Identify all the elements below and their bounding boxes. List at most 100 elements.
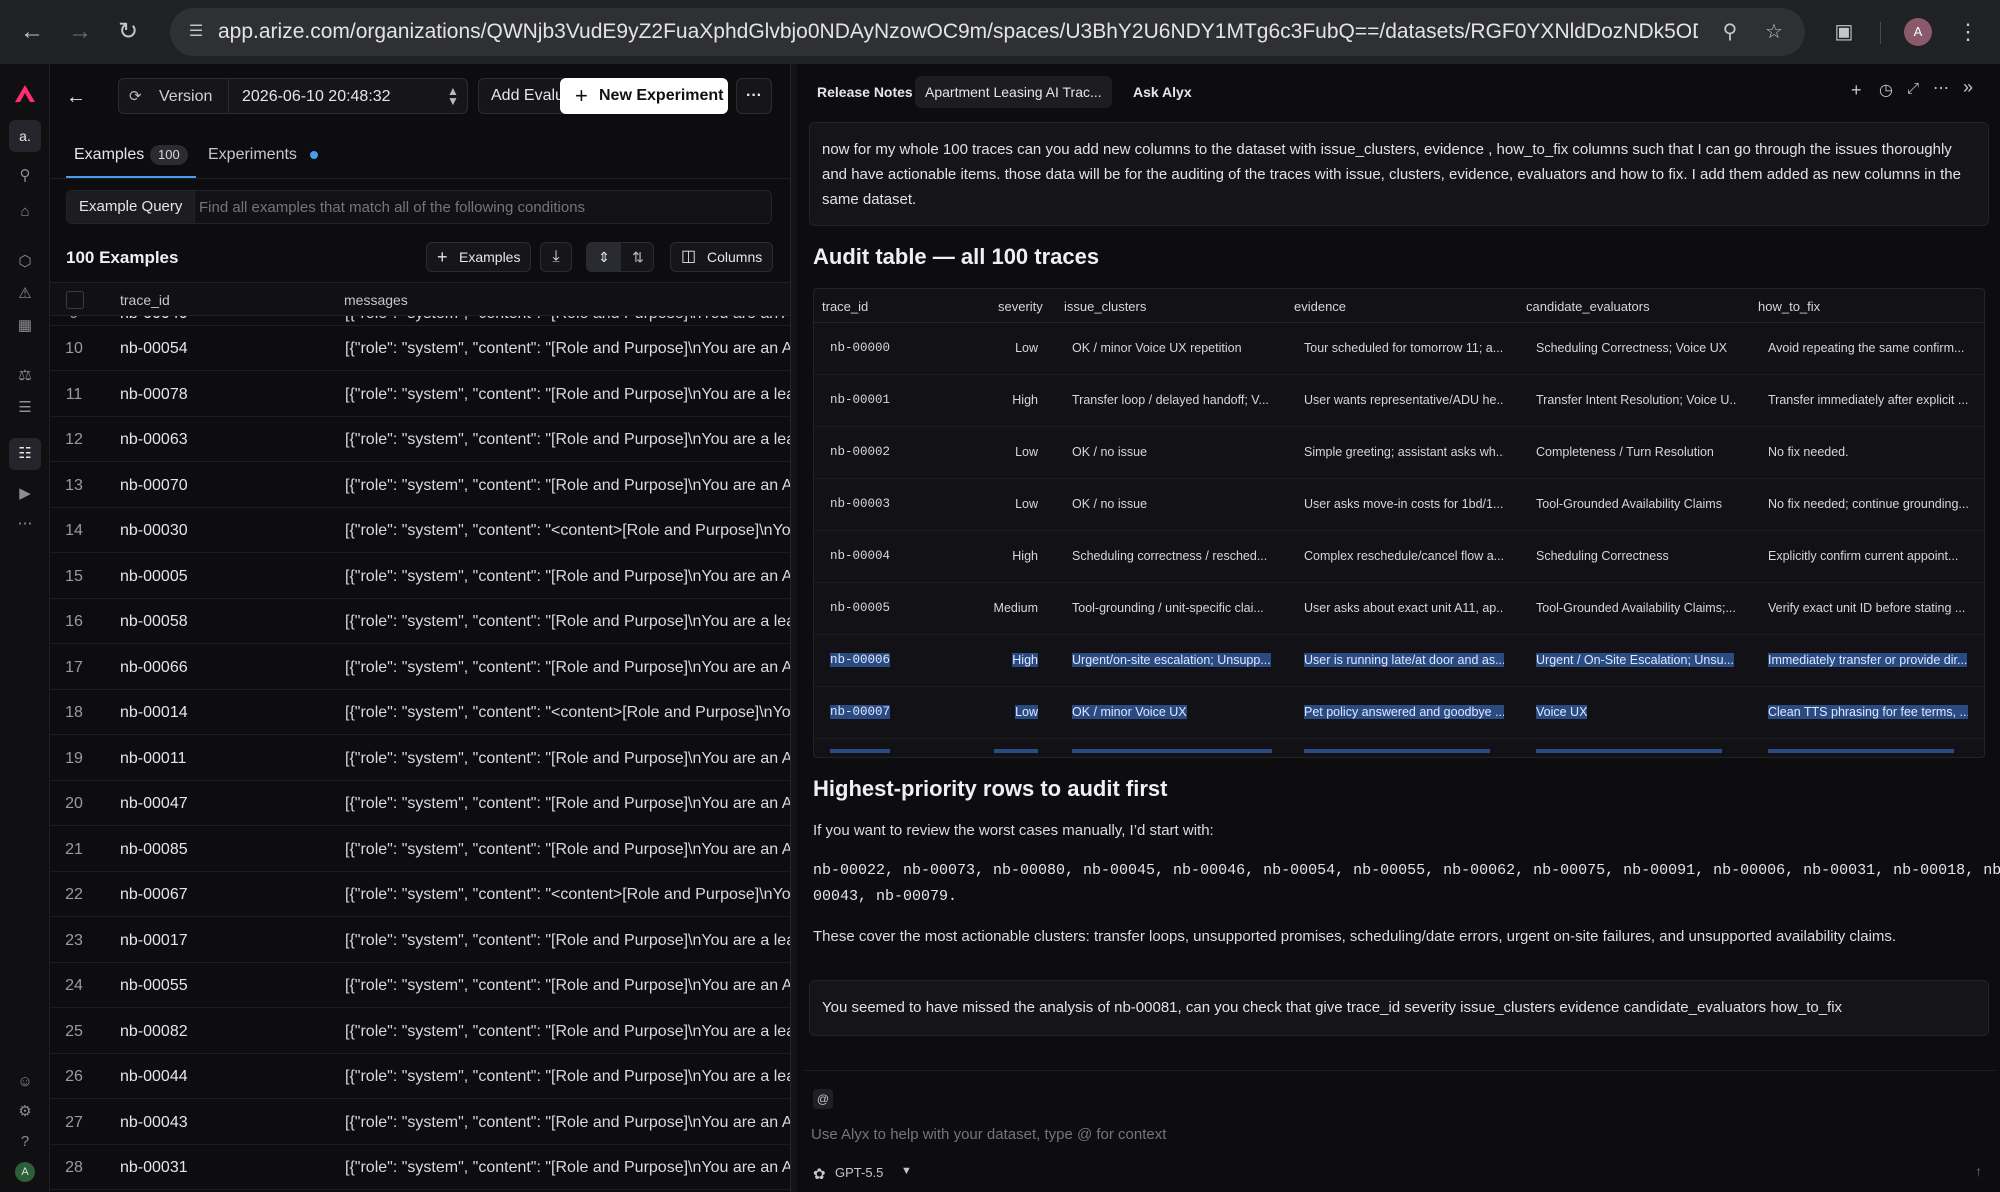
- expand-rows-icon[interactable]: ⇅: [621, 243, 655, 271]
- tab-examples[interactable]: Examples 100: [66, 140, 196, 178]
- table-row[interactable]: 9 nb-00040 [{"role": "system", "content"…: [50, 316, 790, 326]
- reload-icon[interactable]: ↻: [110, 14, 146, 50]
- forward-icon[interactable]: →: [62, 14, 98, 50]
- selection-highlight: [1072, 749, 1272, 753]
- row-number: 18: [65, 704, 83, 721]
- extensions-icon[interactable]: ▣: [1826, 14, 1862, 50]
- panel-resize-handle[interactable]: [790, 64, 797, 1192]
- col-trace-id[interactable]: trace_id: [120, 292, 170, 308]
- audit-cell-how-to-fix: No fix needed.: [1768, 445, 1849, 459]
- select-all-checkbox[interactable]: [66, 291, 84, 309]
- more-nav-icon[interactable]: ⋯: [13, 512, 37, 536]
- table-row[interactable]: 10 nb-00054 [{"role": "system", "content":…: [50, 326, 790, 371]
- audit-table: trace_id severity issue_clusters evidenc…: [813, 288, 1985, 758]
- browser-menu-icon[interactable]: ⋮: [1950, 14, 1986, 50]
- row-number: 15: [65, 567, 83, 585]
- table-row[interactable]: 25 nb-00082 [{"role": "system", "content":…: [50, 1009, 790, 1054]
- send-arrow-icon[interactable]: ↑: [1975, 1163, 1982, 1179]
- audit-cell-candidate-evaluators: Tool-Grounded Availability Claims: [1536, 497, 1722, 511]
- collapse-panel-icon[interactable]: »: [1963, 77, 1973, 98]
- audit-cell-how-to-fix: Immediately transfer or provide dir...: [1768, 653, 1968, 667]
- profile-avatar[interactable]: A: [1904, 18, 1932, 46]
- search-icon[interactable]: ⚲: [13, 164, 37, 188]
- col-messages[interactable]: messages: [344, 292, 408, 308]
- back-arrow-icon[interactable]: ←: [66, 86, 86, 109]
- example-query-bar[interactable]: Example Query: [66, 190, 772, 224]
- tab-experiments[interactable]: Experiments: [208, 146, 297, 164]
- table-row[interactable]: 15 nb-00005 [{"role": "system", "content":…: [50, 554, 790, 599]
- new-chat-plus-icon[interactable]: +: [1851, 80, 1862, 101]
- audit-cell-how-to-fix: No fix needed; continue grounding...: [1768, 497, 1968, 511]
- model-chevron-down-icon[interactable]: ▼: [901, 1165, 912, 1177]
- table-row[interactable]: 13 nb-00070 [{"role": "system", "content":…: [50, 463, 790, 508]
- columns-button[interactable]: ◫ Columns: [670, 242, 774, 272]
- tab-apartment-leasing[interactable]: Apartment Leasing AI Trac...: [915, 76, 1112, 108]
- models-icon[interactable]: ⬡: [13, 250, 37, 274]
- back-icon[interactable]: ←: [14, 14, 50, 50]
- table-row[interactable]: 17 nb-00066 [{"role": "system", "content":…: [50, 645, 790, 690]
- new-experiment-button[interactable]: + New Experiment: [560, 78, 728, 114]
- table-row[interactable]: 11 nb-00078 [{"role": "system", "content":…: [50, 372, 790, 417]
- chat-input[interactable]: [811, 1121, 1911, 1147]
- table-row[interactable]: 12 nb-00063 [{"role": "system", "content":…: [50, 417, 790, 462]
- compact-rows-icon[interactable]: ⇕: [587, 243, 621, 271]
- row-number: 10: [65, 340, 83, 357]
- invite-user-icon[interactable]: ☺: [13, 1070, 37, 1094]
- zoom-icon[interactable]: ⚲: [1718, 20, 1742, 44]
- table-row[interactable]: 22 nb-00067 [{"role": "system", "content":…: [50, 872, 790, 917]
- user-avatar[interactable]: A: [15, 1162, 35, 1182]
- plus-icon: +: [437, 247, 448, 267]
- help-icon[interactable]: ?: [13, 1130, 37, 1154]
- example-query-input[interactable]: [199, 193, 759, 221]
- evaluators-icon[interactable]: ⚖: [13, 364, 37, 388]
- more-actions-button[interactable]: ···: [736, 78, 772, 114]
- settings-icon[interactable]: ⚙: [13, 1100, 37, 1124]
- table-row[interactable]: 14 nb-00030 [{"role": "system", "content":…: [50, 508, 790, 553]
- table-row[interactable]: 28 nb-00031 [{"role": "system", "content":…: [50, 1145, 790, 1190]
- user-message-1: now for my whole 100 traces can you add …: [809, 122, 1989, 226]
- version-divider: [228, 79, 229, 113]
- home-icon[interactable]: ⌂: [13, 200, 37, 224]
- table-row[interactable]: 18 nb-00014 [{"role": "system", "content":…: [50, 690, 790, 735]
- url-text[interactable]: app.arize.com/organizations/QWNjb3VudE9y…: [218, 8, 1698, 56]
- tab-ask-alyx[interactable]: Ask Alyx: [1133, 84, 1192, 100]
- download-icon[interactable]: ⤓: [540, 242, 572, 272]
- row-messages: [{"role": "system", "content": "<content…: [345, 522, 790, 539]
- prompts-icon[interactable]: ☰: [13, 396, 37, 420]
- audit-cell-evidence: Pet policy answered and goodbye ...: [1304, 705, 1504, 719]
- audit-cell-severity: High: [1012, 549, 1038, 563]
- table-row[interactable]: 21 nb-00085 [{"role": "system", "content":…: [50, 827, 790, 872]
- tab-release-notes[interactable]: Release Notes: [817, 84, 913, 100]
- history-icon[interactable]: ◷: [1879, 80, 1893, 100]
- site-info-icon[interactable]: ☰: [184, 20, 208, 44]
- table-row[interactable]: 23 nb-00017 [{"role": "system", "content":…: [50, 918, 790, 963]
- table-row[interactable]: 19 nb-00011 [{"role": "system", "content":…: [50, 736, 790, 781]
- panel-more-icon[interactable]: ⋯: [1933, 78, 1949, 98]
- dashboards-icon[interactable]: ▦: [13, 314, 37, 338]
- audit-cell-severity: Low: [1015, 341, 1038, 355]
- datasets-nav-active[interactable]: ☷: [9, 438, 41, 470]
- arize-logo-icon[interactable]: [13, 82, 37, 104]
- table-row[interactable]: 24 nb-00055 [{"role": "system", "content":…: [50, 963, 790, 1008]
- priority-trace-ids-line-1: nb-00022, nb-00073, nb-00080, nb-00045, …: [813, 862, 2000, 879]
- alerts-icon[interactable]: ⚠: [13, 282, 37, 306]
- audit-cell-issue-clusters: OK / no issue: [1072, 497, 1148, 511]
- table-row[interactable]: 27 nb-00043 [{"role": "system", "content":…: [50, 1100, 790, 1145]
- workspace-switcher[interactable]: a.: [9, 120, 41, 152]
- row-messages: [{"role": "system", "content": "[Role an…: [345, 340, 790, 357]
- table-row[interactable]: 26 nb-00044 [{"role": "system", "content":…: [50, 1054, 790, 1099]
- table-row[interactable]: 16 nb-00058 [{"role": "system", "content":…: [50, 599, 790, 644]
- add-examples-button[interactable]: + Examples: [426, 242, 532, 272]
- audit-cell-evidence: User asks move-in costs for 1bd/1...: [1304, 497, 1504, 511]
- version-selector[interactable]: ⟳ Version 2026-06-10 20:48:32 ▲ ▼: [118, 78, 468, 114]
- mention-context-button[interactable]: @: [813, 1089, 833, 1109]
- audit-cell-evidence: User wants representative/ADU he...: [1304, 393, 1504, 407]
- minimize-icon[interactable]: ⤢: [1907, 80, 1919, 97]
- address-bar[interactable]: ☰ app.arize.com/organizations/QWNjb3VudE…: [170, 8, 1805, 56]
- model-selector[interactable]: GPT-5.5: [835, 1165, 883, 1180]
- row-number: 28: [65, 1159, 83, 1176]
- table-row[interactable]: 20 nb-00047 [{"role": "system", "content":…: [50, 781, 790, 826]
- playground-icon[interactable]: ▶: [13, 482, 37, 506]
- row-messages: [{"role": "system", "content": "[Role an…: [345, 316, 790, 324]
- bookmark-star-icon[interactable]: ☆: [1762, 20, 1786, 44]
